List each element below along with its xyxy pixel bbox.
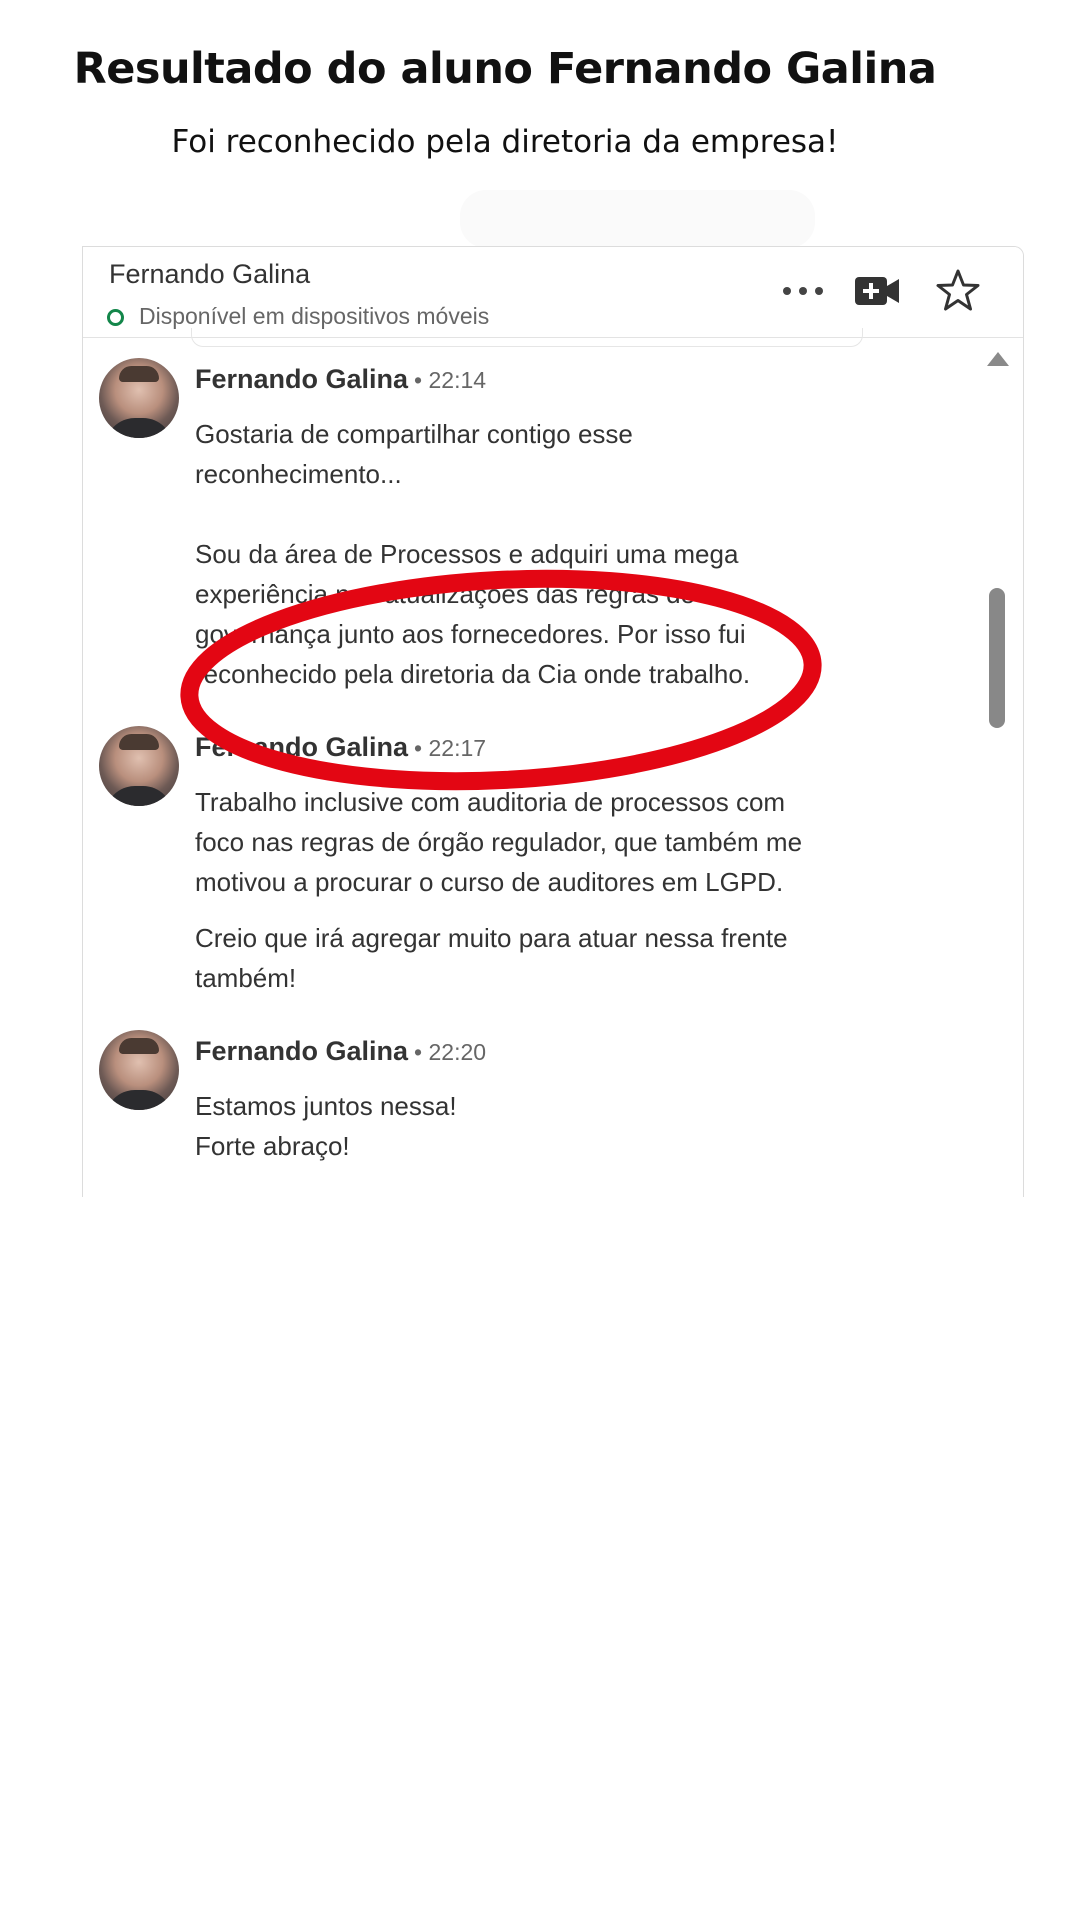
scroll-thumb[interactable]: [989, 588, 1005, 728]
headline: Resultado do aluno Fernando Galina: [73, 44, 937, 94]
message-time: • 22:17: [414, 735, 487, 761]
message-list[interactable]: Fernando Galina • 22:14 Gostaria de compa…: [83, 328, 1023, 1197]
avatar[interactable]: [99, 1030, 179, 1110]
more-icon[interactable]: [773, 271, 833, 311]
status-text: Disponível em dispositivos móveis: [139, 303, 490, 329]
chat-header: Fernando Galina Disponível em dispositiv…: [83, 247, 1023, 338]
status-indicator-icon: [107, 309, 124, 326]
subheadline: Foi reconhecido pela diretoria da empres…: [171, 124, 839, 160]
scrollbar[interactable]: [983, 338, 1013, 1197]
message-meta: Fernando Galina • 22:14: [195, 364, 486, 395]
chat-window: Fernando Galina Disponível em dispositiv…: [82, 246, 1024, 1197]
sender-name[interactable]: Fernando Galina: [195, 1036, 408, 1066]
message-meta: Fernando Galina • 22:17: [195, 732, 486, 763]
previous-message-bubble: [191, 328, 863, 347]
avatar[interactable]: [99, 358, 179, 438]
contact-name[interactable]: Fernando Galina: [109, 259, 310, 290]
message-time: • 22:20: [414, 1039, 487, 1065]
faint-pill-shape: [460, 190, 815, 248]
video-call-icon[interactable]: [853, 271, 903, 311]
sender-name[interactable]: Fernando Galina: [195, 364, 408, 394]
avatar[interactable]: [99, 726, 179, 806]
message-text-continued: Creio que irá agregar muito para atuar n…: [195, 923, 788, 993]
message-text: Trabalho inclusive com auditoria de proc…: [195, 787, 803, 897]
message-time: • 22:14: [414, 367, 487, 393]
sender-name[interactable]: Fernando Galina: [195, 732, 408, 762]
message-text: Gostaria de compartilhar contigo esse re…: [195, 419, 751, 689]
message-text: Estamos juntos nessa! Forte abraço!: [195, 1091, 457, 1161]
star-icon[interactable]: [933, 267, 983, 315]
scroll-up-arrow-icon[interactable]: [987, 352, 1009, 366]
message-meta: Fernando Galina • 22:20: [195, 1036, 486, 1067]
